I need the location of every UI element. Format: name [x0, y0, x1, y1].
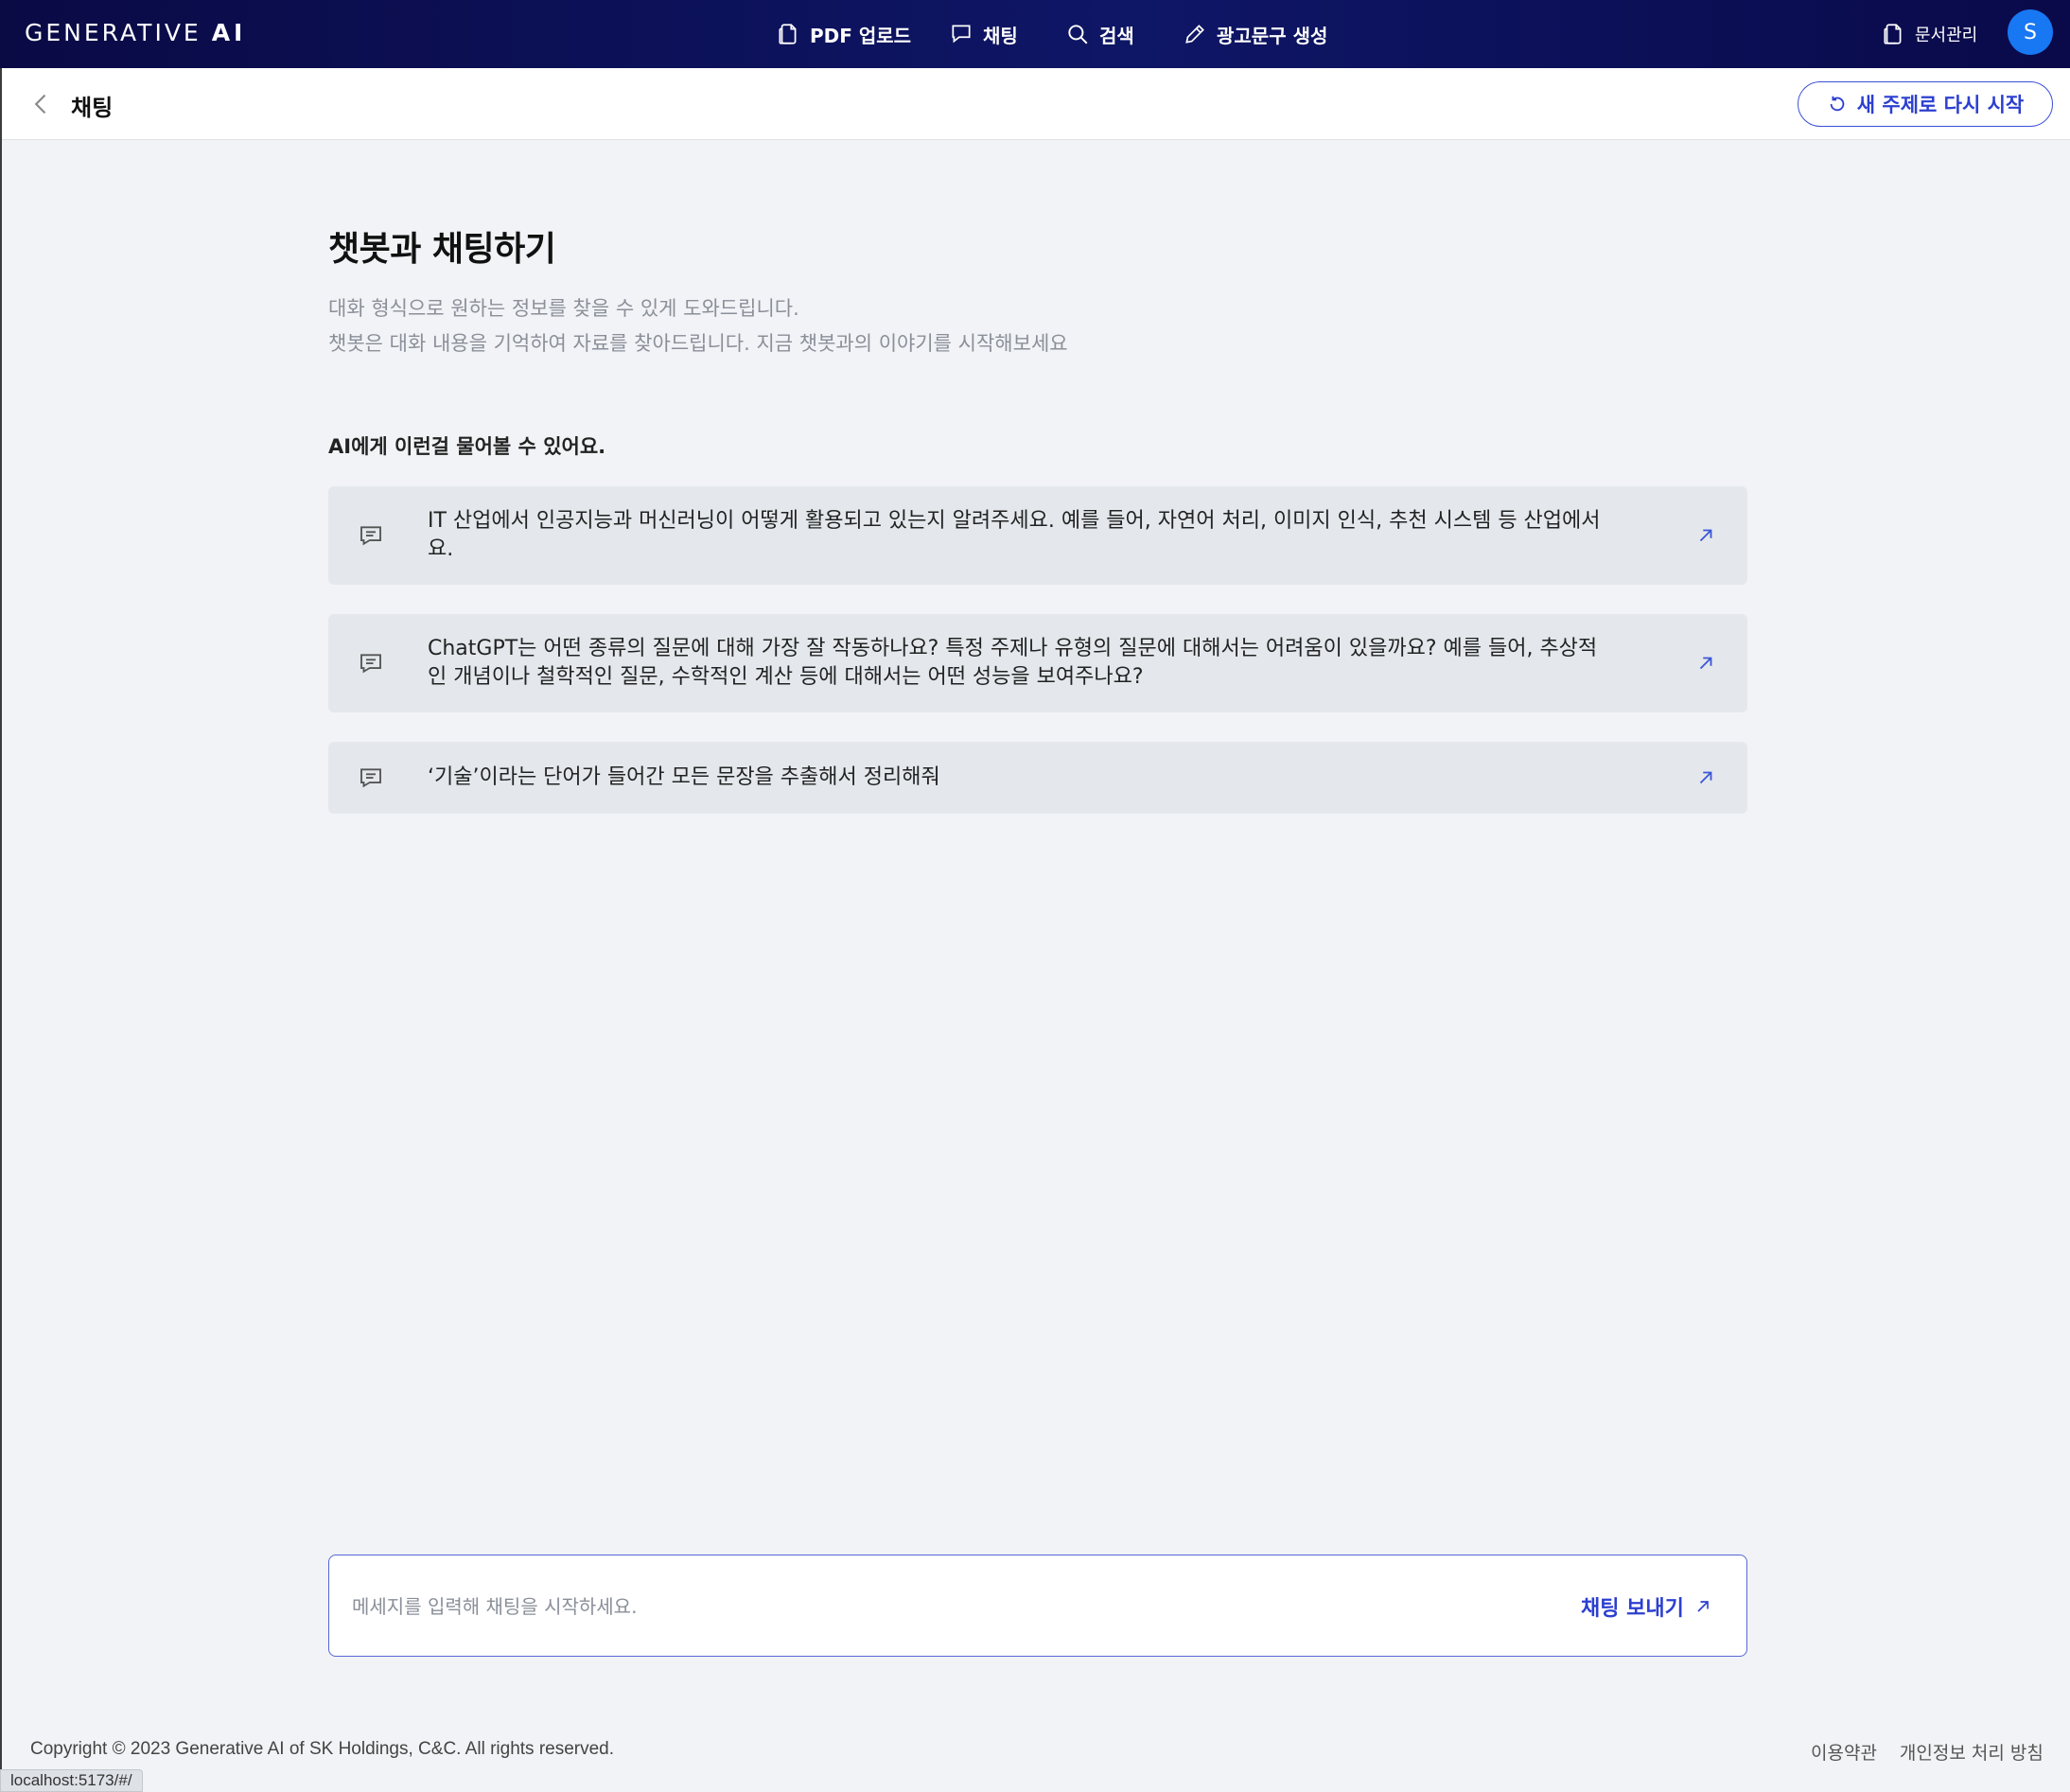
pencil-icon [1185, 25, 1204, 44]
user-avatar[interactable]: S [2008, 9, 2053, 55]
nav-label: 검색 [1099, 24, 1134, 47]
suggestion-card[interactable]: IT 산업에서 인공지능과 머신러닝이 어떻게 활용되고 있는지 알려주세요. … [328, 486, 1747, 585]
send-label: 채팅 보내기 [1581, 1597, 1684, 1621]
document-icon [779, 24, 797, 44]
suggestion-card[interactable]: ‘기술’이라는 단어가 들어간 모든 문장을 추출해서 정리해줘 [328, 742, 1747, 814]
chevron-left-icon[interactable] [28, 91, 55, 117]
suggestion-card[interactable]: ChatGPT는 어떤 종류의 질문에 대해 가장 잘 작동하나요? 특정 주제… [328, 614, 1747, 712]
arrow-up-right-icon [1699, 657, 1712, 670]
page-subheader: 채팅 새 주제로 다시 시작 [0, 68, 2070, 140]
window-edge [0, 68, 2, 1792]
restart-label: 새 주제로 다시 시작 [1856, 94, 2025, 116]
suggestion-text: IT 산업에서 인공지능과 머신러닝이 어떻게 활용되고 있는지 알려주세요. … [428, 509, 1601, 561]
chat-message-icon [360, 654, 381, 674]
privacy-policy-link[interactable]: 개인정보 처리 방침 [1900, 1739, 2044, 1765]
suggestion-text: ChatGPT는 어떤 종류의 질문에 대해 가장 잘 작동하나요? 특정 주제… [428, 637, 1598, 689]
arrow-up-right-icon [1697, 1601, 1709, 1612]
brand-logo[interactable]: GENERATIVE AI [25, 17, 246, 49]
arrow-up-right-icon [1699, 771, 1712, 784]
message-composer: 채팅 보내기 [328, 1555, 1747, 1657]
arrow-up-right-icon [1699, 529, 1712, 542]
nav-label: 문서관리 [1915, 26, 1978, 45]
search-icon [1068, 25, 1088, 44]
description-line: 챗봇은 대화 내용을 기억하여 자료를 찾아드립니다. 지금 챗봇과의 이야기를… [328, 332, 1068, 355]
chat-message-icon [360, 526, 381, 546]
status-bar-url: localhost:5173/#/ [0, 1769, 143, 1792]
description-line: 대화 형식으로 원하는 정보를 찾을 수 있게 도와드립니다. [328, 297, 799, 320]
brand-text-bold: AI [211, 19, 247, 46]
chat-bubble-icon [952, 25, 971, 44]
chat-message-icon [360, 768, 381, 788]
nav-label: 채팅 [983, 24, 1018, 47]
document-icon [1884, 24, 1902, 44]
suggestions-heading: AI에게 이런걸 물어볼 수 있어요. [328, 435, 606, 458]
top-navigation-bar: GENERATIVE AI PDF 업로드 채팅 검색 광고문구 생성 문서관리… [0, 0, 2070, 68]
nav-search[interactable]: 검색 [1065, 0, 1134, 68]
message-input[interactable] [352, 1588, 1487, 1625]
nav-pdf-upload[interactable]: PDF 업로드 [776, 0, 911, 68]
send-chat-button[interactable]: 채팅 보내기 [1581, 1588, 1712, 1625]
copyright-text: Copyright © 2023 Generative AI of SK Hol… [30, 1739, 615, 1759]
nav-label: 광고문구 생성 [1217, 24, 1328, 47]
terms-link[interactable]: 이용약관 [1811, 1739, 1877, 1765]
nav-chat[interactable]: 채팅 [949, 0, 1018, 68]
nav-ad-copy[interactable]: 광고문구 생성 [1183, 0, 1327, 68]
refresh-icon [1830, 96, 1845, 112]
chat-intro-description: 대화 형식으로 원하는 정보를 찾을 수 있게 도와드립니다. 챗봇은 대화 내… [328, 291, 1068, 361]
nav-label: PDF 업로드 [810, 24, 912, 47]
nav-document-management[interactable]: 문서관리 [1881, 0, 1977, 68]
brand-text-light: GENERATIVE [25, 19, 212, 46]
suggestion-text: ‘기술’이라는 단어가 들어간 모든 문장을 추출해서 정리해줘 [428, 765, 940, 789]
footer-links: 이용약관 개인정보 처리 방침 [1811, 1739, 2044, 1765]
page-title: 채팅 [71, 95, 114, 121]
restart-new-topic-button[interactable]: 새 주제로 다시 시작 [1798, 81, 2053, 127]
chat-intro-title: 챗봇과 채팅하기 [328, 230, 556, 269]
